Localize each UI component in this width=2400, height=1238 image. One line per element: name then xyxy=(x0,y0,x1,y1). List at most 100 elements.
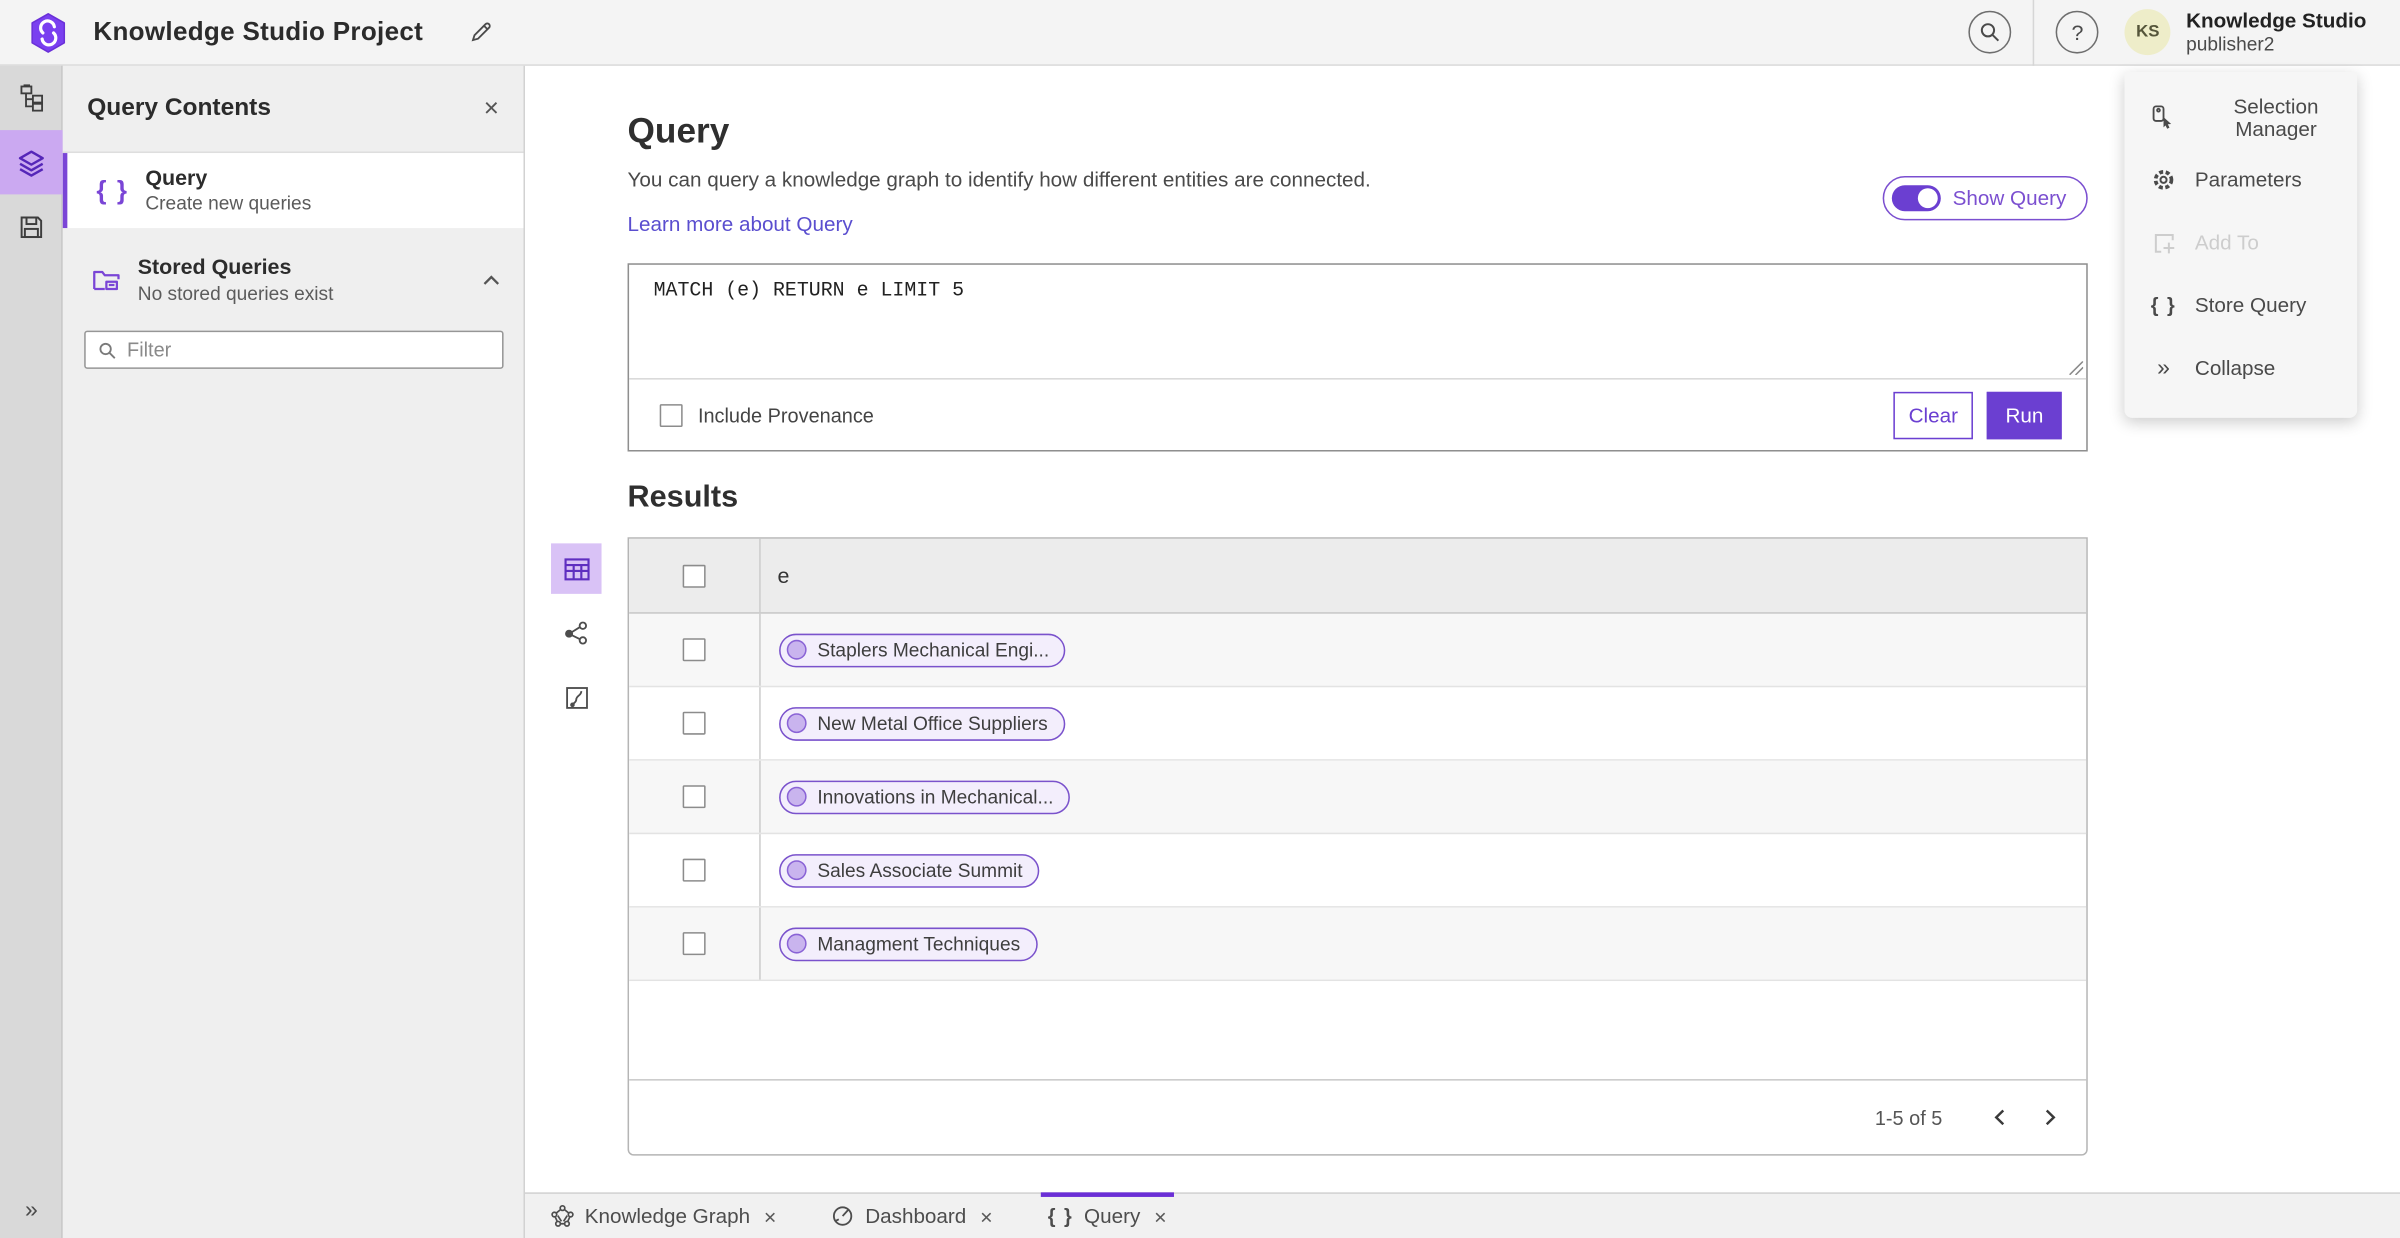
table-icon xyxy=(562,556,590,580)
map-view-button[interactable] xyxy=(551,672,602,723)
panel-close-button[interactable]: × xyxy=(484,93,499,124)
entity-label: Innovations in Mechanical... xyxy=(817,785,1054,808)
stored-item-title: Stored Queries xyxy=(137,254,292,279)
include-provenance-checkbox[interactable] xyxy=(659,403,683,427)
map-icon xyxy=(564,685,588,709)
header-divider xyxy=(2033,0,2035,66)
select-all-checkbox[interactable] xyxy=(682,564,706,587)
entity-chip[interactable]: Innovations in Mechanical... xyxy=(779,779,1071,814)
stored-item-subtitle: No stored queries exist xyxy=(137,282,334,305)
row-checkbox[interactable] xyxy=(682,785,706,809)
table-view-button[interactable] xyxy=(551,543,602,594)
tab-query[interactable]: { } Query × xyxy=(1040,1192,1174,1238)
dashboard-gauge-icon xyxy=(832,1205,855,1228)
table-pagination: 1-5 of 5 xyxy=(629,1079,2087,1154)
previous-page-button[interactable] xyxy=(1976,1093,2025,1142)
entity-dot-icon xyxy=(786,933,807,954)
rail-item-data-model[interactable] xyxy=(0,66,63,130)
tab-dashboard[interactable]: Dashboard × xyxy=(824,1194,1000,1238)
edit-title-button[interactable] xyxy=(469,20,493,44)
menu-item-label: Parameters xyxy=(2194,168,2302,192)
table-empty-space xyxy=(629,981,2087,1080)
menu-item-label: Selection Manager xyxy=(2233,94,2319,141)
row-checkbox-cell xyxy=(629,834,761,907)
close-icon[interactable]: × xyxy=(764,1204,777,1228)
column-header-e: e xyxy=(777,563,790,588)
menu-item-store-query[interactable]: { } Store Query xyxy=(2124,274,2357,337)
user-avatar[interactable]: KS xyxy=(2124,9,2171,56)
next-page-button[interactable] xyxy=(2025,1093,2074,1142)
entity-dot-icon xyxy=(786,639,807,660)
entity-label: Sales Associate Summit xyxy=(817,859,1023,881)
menu-item-label: Store Query xyxy=(2194,293,2307,317)
results-table: e Staplers Mechanical Engi... New Metal … xyxy=(627,537,2088,1156)
row-checkbox[interactable] xyxy=(682,932,706,956)
braces-icon: { } xyxy=(2150,293,2177,317)
row-value-cell: Managment Techniques xyxy=(761,908,2087,980)
resize-grip-icon[interactable] xyxy=(2069,361,2084,375)
user-name: Knowledge Studio xyxy=(2186,9,2367,33)
entity-chip[interactable]: Staplers Mechanical Engi... xyxy=(779,632,1067,667)
row-checkbox[interactable] xyxy=(682,638,706,662)
layers-icon xyxy=(17,148,46,177)
double-chevron-right-icon: » xyxy=(24,1196,38,1223)
entity-chip[interactable]: New Metal Office Suppliers xyxy=(779,706,1065,741)
tab-label: Query xyxy=(1084,1204,1141,1228)
menu-item-label: Add To xyxy=(2194,231,2259,255)
results-view-switcher xyxy=(551,543,602,722)
table-row: Sales Associate Summit xyxy=(629,834,2087,908)
question-mark-icon: ? xyxy=(2071,19,2084,45)
chevron-up-icon[interactable] xyxy=(481,272,502,287)
link-chart-view-button[interactable] xyxy=(551,608,602,659)
project-title: Knowledge Studio Project xyxy=(93,16,424,46)
row-value-cell: New Metal Office Suppliers xyxy=(761,687,2087,759)
learn-more-link[interactable]: Learn more about Query xyxy=(628,213,853,236)
tab-label: Dashboard xyxy=(865,1204,967,1228)
row-checkbox-cell xyxy=(629,613,761,686)
query-textarea[interactable]: MATCH (e) RETURN e LIMIT 5 xyxy=(629,264,2087,379)
clear-button[interactable]: Clear xyxy=(1893,391,1974,439)
table-header-row: e xyxy=(629,538,2087,614)
filter-input[interactable] xyxy=(127,338,490,362)
row-checkbox[interactable] xyxy=(682,858,706,882)
expand-rail-button[interactable]: » xyxy=(0,1189,63,1229)
rail-item-save[interactable] xyxy=(0,194,63,258)
user-role: publisher2 xyxy=(2186,32,2275,55)
row-value-cell: Innovations in Mechanical... xyxy=(761,761,2087,833)
rail-item-layers[interactable] xyxy=(0,130,63,195)
selection-manager-icon xyxy=(2151,104,2177,130)
panel-item-stored-queries[interactable]: Stored Queries No stored queries exist xyxy=(63,246,524,313)
app-logo-icon xyxy=(29,11,67,53)
search-button[interactable] xyxy=(1968,10,2012,54)
close-icon[interactable]: × xyxy=(980,1204,993,1228)
avatar-initials: KS xyxy=(2136,22,2160,42)
show-query-toggle[interactable]: Show Query xyxy=(1882,176,2088,221)
double-chevron-right-icon: » xyxy=(2157,355,2170,382)
editor-actions: Clear Run xyxy=(1893,391,2062,439)
query-item-text: Query Create new queries xyxy=(145,165,311,217)
help-button[interactable]: ? xyxy=(2055,10,2099,54)
data-model-icon xyxy=(18,84,46,112)
bottom-tab-bar: Knowledge Graph × Dashboard × { } Query … xyxy=(524,1192,2400,1238)
menu-item-parameters[interactable]: Parameters xyxy=(2124,148,2357,211)
results-heading: Results xyxy=(627,480,739,515)
table-row: Managment Techniques xyxy=(629,907,2087,982)
row-checkbox-cell xyxy=(629,907,761,980)
search-icon xyxy=(1979,21,2000,42)
panel-item-query[interactable]: { } Query Create new queries xyxy=(62,153,524,229)
menu-item-collapse[interactable]: » Collapse xyxy=(2124,337,2357,400)
pencil-icon xyxy=(469,20,493,44)
table-row: Innovations in Mechanical... xyxy=(629,760,2087,835)
entity-dot-icon xyxy=(786,786,807,807)
row-checkbox[interactable] xyxy=(682,711,706,735)
query-item-title: Query xyxy=(145,164,208,190)
entity-chip[interactable]: Sales Associate Summit xyxy=(779,853,1040,887)
menu-item-selection-manager[interactable]: Selection Manager xyxy=(2124,86,2357,149)
entity-chip[interactable]: Managment Techniques xyxy=(779,926,1037,961)
run-button[interactable]: Run xyxy=(1987,391,2062,439)
tab-knowledge-graph[interactable]: Knowledge Graph × xyxy=(543,1194,784,1238)
chevron-left-icon xyxy=(1990,1107,2011,1128)
gear-icon xyxy=(2151,167,2177,193)
query-editor-area: MATCH (e) RETURN e LIMIT 5 xyxy=(629,264,2087,380)
close-icon[interactable]: × xyxy=(1154,1204,1167,1228)
